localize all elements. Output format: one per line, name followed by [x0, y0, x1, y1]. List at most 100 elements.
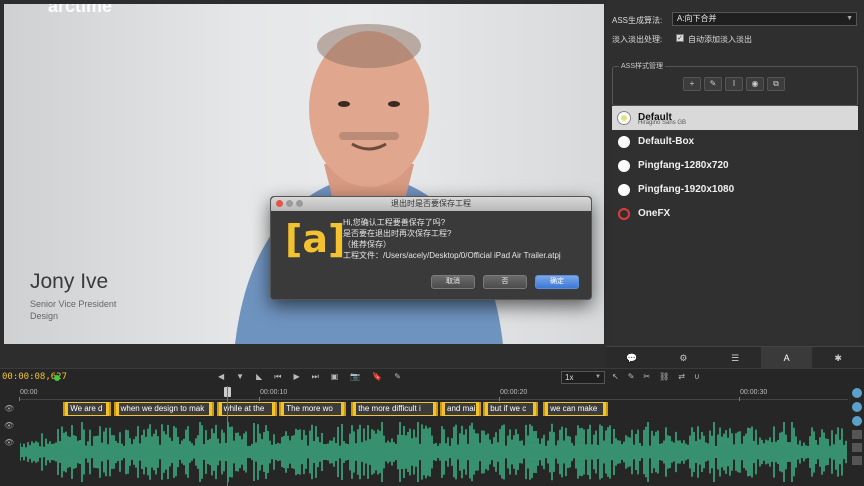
- zoom-window-icon[interactable]: [296, 200, 303, 207]
- cut-tool-icon[interactable]: ✂: [643, 372, 650, 381]
- duplicate-style-button[interactable]: ⧉: [767, 77, 785, 91]
- marker-down-icon[interactable]: ▼: [236, 372, 244, 382]
- transport-bar: 00:00:08,627 ◀ ▼ ◣ ⏮ ▶ ⏭ ▣ 📷 🔖 ✎ 1x ▼ ↖ …: [0, 368, 864, 386]
- edit-tools: ↖ ✎ ✂ ⛓ ⇄ ∪: [612, 372, 700, 381]
- timeline-side-rail: [850, 386, 864, 486]
- panel-tabs: 💬 ⚙ ☰ A ✱: [606, 346, 864, 368]
- swap-tool-icon[interactable]: ⇄: [678, 372, 685, 381]
- skip-forward-icon[interactable]: ⏭: [312, 372, 319, 382]
- dialog-line-4: 工程文件：/Users/acely/Desktop/0/Official iPa…: [343, 251, 561, 260]
- subtitle-clip[interactable]: but if we c: [483, 402, 539, 416]
- link-tool-icon[interactable]: ⛓: [659, 372, 669, 381]
- chevron-down-icon: ▼: [595, 374, 601, 380]
- style-list-item[interactable]: Pingfang-1280x720: [612, 154, 858, 178]
- cancel-button[interactable]: 取消: [431, 275, 475, 289]
- dialog-buttons: 取消 否 确定: [431, 275, 579, 289]
- audio-waveform[interactable]: [20, 420, 848, 484]
- playback-controls: ◀ ▼ ◣ ⏮ ▶ ⏭ ▣ 📷 🔖 ✎: [218, 372, 401, 382]
- tab-plugins[interactable]: ✱: [812, 347, 864, 368]
- subtitle-clip[interactable]: and mai: [440, 402, 481, 416]
- style-list-item[interactable]: Default-Box: [612, 130, 858, 154]
- fade-label: 淡入淡出处理:: [612, 35, 663, 44]
- eye-icon[interactable]: 👁: [4, 438, 14, 447]
- ass-algo-label: ASS生成算法:: [612, 16, 663, 25]
- app-brand: arctime: [48, 4, 113, 16]
- select-tool-icon[interactable]: ↖: [612, 372, 619, 381]
- style-name: Pingfang-1920x1080: [638, 184, 735, 195]
- auto-fade-checkbox[interactable]: ✓: [676, 34, 684, 42]
- subtitle-clip[interactable]: the more difficult i: [351, 402, 438, 416]
- style-list-item[interactable]: Default Hiragino Sans GB: [612, 106, 858, 130]
- ruler-tick-label: 00:00:10: [258, 389, 288, 401]
- subtitle-clip-text: we can make: [548, 403, 603, 415]
- style-name: Default-Box: [638, 136, 695, 147]
- subtitle-clip-text: while at the: [221, 403, 272, 415]
- minimize-window-icon[interactable]: [286, 200, 293, 207]
- lower-third-caption: Jony Ive Senior Vice President Design: [30, 270, 116, 322]
- add-style-button[interactable]: +: [683, 77, 701, 91]
- edit-tool-icon[interactable]: ✎: [628, 372, 635, 381]
- dialog-line-1: Hi,您确认工程要善保存了吗?: [343, 218, 446, 227]
- magnet-tool-icon[interactable]: ∪: [694, 372, 700, 381]
- tab-settings[interactable]: ⚙: [658, 347, 710, 368]
- subtitle-clip-text: but if we c: [488, 403, 534, 415]
- subtitle-clip[interactable]: while at the: [216, 402, 277, 416]
- subtitle-clip[interactable]: The more wo: [279, 402, 347, 416]
- style-font-name: Hiragino Sans GB: [638, 120, 687, 126]
- no-button[interactable]: 否: [483, 275, 527, 289]
- dialog-title: 退出时是否要保存工程: [391, 199, 471, 208]
- arctime-logo-icon: [a]: [285, 217, 346, 261]
- ass-style-manager: ASS样式管理 + ✎ I ◉ ⧉: [612, 61, 858, 106]
- close-window-icon[interactable]: [276, 200, 283, 207]
- subtitle-clip[interactable]: when we design to mak: [113, 402, 215, 416]
- pen-icon[interactable]: ✎: [394, 372, 401, 382]
- volume-icon[interactable]: [852, 456, 862, 465]
- bookmark-icon[interactable]: 🔖: [372, 372, 382, 382]
- style-color-icon: [618, 112, 630, 124]
- preview-style-button[interactable]: ◉: [746, 77, 764, 91]
- ass-algo-value: A:向下合并: [677, 14, 717, 23]
- timeline[interactable]: 00:00 00:00:10 00:00:20 00:00:30 👁 👁 👁 We a…: [0, 386, 864, 486]
- playhead[interactable]: [227, 386, 229, 486]
- mute-icon[interactable]: [852, 443, 862, 452]
- window-controls: [276, 200, 303, 207]
- zoom-out-icon[interactable]: [852, 402, 862, 412]
- speaker-role-line2: Design: [30, 311, 59, 321]
- tab-subtitles[interactable]: 💬: [606, 347, 658, 368]
- arctime-app: arctime Jony Ive Senior Vice President D…: [0, 0, 864, 486]
- style-color-icon: [618, 184, 630, 196]
- time-ruler[interactable]: 00:00 00:00:10 00:00:20 00:00:30: [19, 386, 848, 401]
- eye-icon[interactable]: 👁: [4, 404, 14, 413]
- chevron-down-icon: ▼: [846, 15, 853, 22]
- camera-icon[interactable]: 📷: [350, 372, 360, 382]
- speed-value: 1x: [565, 373, 574, 382]
- tab-styles[interactable]: A: [760, 347, 813, 368]
- fit-icon[interactable]: [852, 416, 862, 426]
- zoom-in-icon[interactable]: [852, 388, 862, 398]
- subtitle-clip[interactable]: we can make: [543, 402, 608, 416]
- frame-icon[interactable]: ▣: [331, 372, 339, 382]
- play-icon[interactable]: ▶: [293, 372, 299, 382]
- subtitle-clip[interactable]: We are d: [63, 402, 112, 416]
- dialog-title-bar: 退出时是否要保存工程: [271, 197, 591, 211]
- waveform-toggle-icon[interactable]: [852, 430, 862, 439]
- dialog-line-3: （推荐保存）: [343, 240, 391, 249]
- skip-back-icon[interactable]: ⏮: [274, 372, 281, 382]
- style-color-icon: [618, 136, 630, 148]
- subtitle-track[interactable]: We are d when we design to mak while at th…: [20, 402, 848, 416]
- rename-style-button[interactable]: I: [725, 77, 743, 91]
- style-list-item[interactable]: Pingfang-1920x1080: [612, 178, 858, 202]
- edit-style-button[interactable]: ✎: [704, 77, 722, 91]
- waveform-path: [20, 422, 847, 482]
- rewind-icon[interactable]: ◀: [218, 372, 224, 382]
- eye-icon[interactable]: 👁: [4, 421, 14, 430]
- speed-select[interactable]: 1x ▼: [561, 371, 605, 384]
- ass-algo-select[interactable]: A:向下合并 ▼: [672, 12, 857, 26]
- ok-button[interactable]: 确定: [535, 275, 579, 289]
- tab-list[interactable]: ☰: [709, 347, 761, 368]
- marker-corner-icon[interactable]: ◣: [256, 372, 262, 382]
- subtitle-clip-text: when we design to mak: [118, 403, 210, 415]
- ruler-tick-label: 00:00:30: [738, 389, 768, 401]
- style-list-item[interactable]: OneFX: [612, 202, 858, 226]
- dialog-line-2: 是否要在退出时再次保存工程?: [343, 229, 452, 238]
